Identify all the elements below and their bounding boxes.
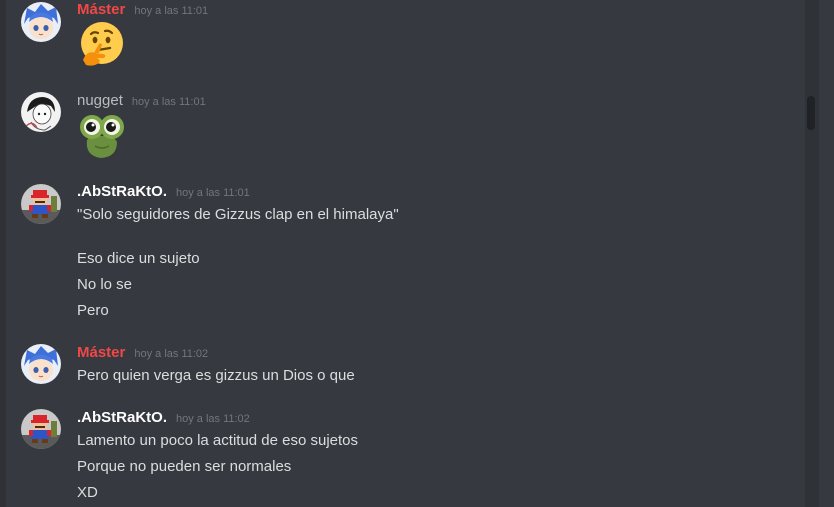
message-text: Lamento un poco la actitud de eso sujeto… (77, 432, 359, 449)
message-text: Eso dice un sujeto (77, 250, 200, 267)
timestamp: hoy a las 11:01 (176, 187, 250, 199)
message-header: Máster hoy a las 11:02 (77, 344, 208, 364)
message-list: Máster hoy a las 11:01 nugget hoy a las … (0, 0, 834, 507)
message-header: nugget hoy a las 11:01 (77, 92, 206, 112)
scrollbar-thumb[interactable] (807, 96, 815, 130)
author-name[interactable]: nugget (77, 92, 123, 109)
timestamp: hoy a las 11:01 (134, 5, 209, 17)
message-text: XD (77, 484, 98, 501)
message-text: Pero quien verga es gizzus un Dios o que (77, 367, 355, 384)
message-text: "Solo seguidores de Gizzus clap en el hi… (77, 206, 399, 223)
author-name[interactable]: .AbStRaKtO. (77, 409, 167, 426)
message-text: Pero (77, 302, 109, 319)
message-text: No lo se (77, 276, 133, 293)
frog-eyes-emoji[interactable] (77, 112, 125, 160)
thinking-face-emoji[interactable] (77, 20, 125, 68)
message-text: Porque no pueden ser normales (77, 458, 292, 475)
author-name[interactable]: .AbStRaKtO. (77, 183, 167, 200)
message-header: .AbStRaKtO. hoy a las 11:02 (77, 409, 250, 429)
message-header: Máster hoy a las 11:01 (77, 1, 208, 21)
pixel-mario-avatar-icon[interactable] (21, 409, 61, 449)
message-header: .AbStRaKtO. hoy a las 11:01 (77, 183, 250, 203)
timestamp: hoy a las 11:02 (134, 348, 209, 360)
timestamp: hoy a las 11:01 (131, 96, 206, 108)
anime-avatar-icon[interactable] (21, 2, 61, 42)
anime-avatar-icon[interactable] (21, 344, 61, 384)
author-name[interactable]: Máster (77, 344, 125, 361)
right-edge (819, 0, 834, 507)
author-name[interactable]: Máster (77, 1, 125, 18)
scrollbar-track[interactable] (805, 0, 819, 507)
timestamp: hoy a las 11:02 (176, 413, 250, 425)
pixel-mario-avatar-icon[interactable] (21, 184, 61, 224)
sketch-avatar-icon[interactable] (21, 92, 61, 132)
